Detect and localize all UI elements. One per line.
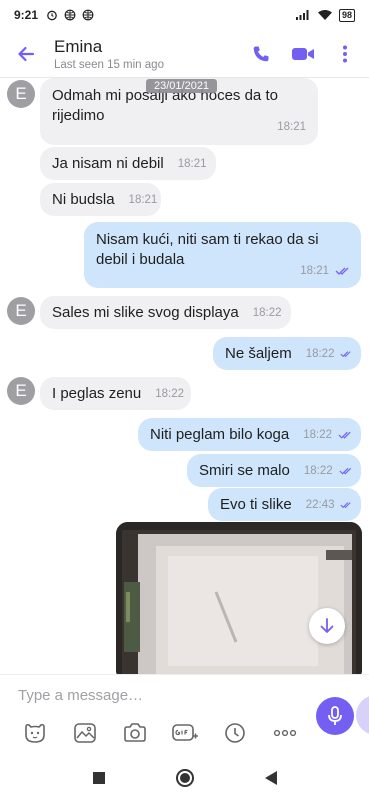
message-bubble[interactable]: Nisam kući, niti sam ti rekao da si debi… — [84, 222, 361, 288]
home-button[interactable] — [171, 764, 199, 792]
back-button[interactable] — [4, 32, 48, 76]
message-bubble[interactable]: Ja nisam ni debil 18:21 — [40, 147, 216, 180]
scroll-to-bottom-button[interactable] — [309, 608, 345, 644]
read-receipt-icon — [340, 350, 352, 357]
globe-icon — [82, 9, 94, 21]
last-seen-status: Last seen 15 min ago — [54, 58, 164, 71]
message-bubble[interactable]: Ne šaljem 18:22 — [213, 337, 361, 370]
message-text: rijedimo — [52, 107, 105, 124]
message-time: 18:21 — [300, 265, 329, 277]
message-time: 18:22 — [305, 347, 335, 360]
read-receipt-icon — [340, 501, 352, 508]
status-bar: 9:21 98 — [0, 0, 369, 30]
message-time: 18:22 — [252, 306, 282, 319]
video-call-button[interactable] — [285, 36, 321, 72]
contact-info[interactable]: Emina Last seen 15 min ago — [54, 37, 243, 71]
message-bubble[interactable]: Niti peglam bilo koga 18:22 — [138, 418, 361, 451]
message-bubble[interactable]: Smiri se malo 18:22 — [187, 454, 361, 487]
more-vertical-icon — [343, 45, 347, 62]
camera-button[interactable] — [110, 719, 160, 747]
contact-name: Emina — [54, 36, 103, 56]
avatar-letter: E — [15, 84, 27, 103]
avatar[interactable]: E — [7, 377, 35, 405]
message-text: Smiri se malo — [199, 461, 290, 479]
avatar[interactable]: E — [7, 80, 35, 108]
read-receipt-icon — [339, 467, 351, 475]
scroll-down-icon — [320, 618, 334, 633]
message-time: 18:22 — [303, 428, 333, 441]
mic-icon — [328, 706, 342, 725]
gif-button[interactable] — [160, 719, 210, 747]
message-bubble[interactable]: Ni budsla 18:21 — [40, 183, 161, 216]
system-nav-bar — [0, 756, 369, 800]
photo-thumbnail — [116, 522, 362, 674]
voice-message-button[interactable] — [316, 697, 354, 735]
alarm-icon — [47, 10, 57, 21]
more-options-button[interactable] — [327, 36, 363, 72]
message-text: I peglas zenu — [52, 384, 142, 402]
avatar-letter: E — [15, 381, 27, 400]
video-icon — [292, 47, 314, 60]
message-text: Ne šaljem — [225, 344, 292, 362]
read-receipt-icon — [338, 431, 351, 439]
recents-button[interactable] — [85, 764, 113, 792]
home-circle-icon — [175, 769, 194, 787]
phone-icon — [253, 46, 269, 61]
message-text: Evo ti slike — [220, 495, 292, 513]
gif-icon — [172, 724, 198, 741]
read-receipt-icon — [335, 267, 349, 275]
mic-button-shadow — [356, 695, 369, 735]
message-text: Ni budsla — [52, 190, 115, 208]
message-time: 18:22 — [303, 464, 333, 477]
message-time: 22:43 — [305, 498, 335, 511]
message-text: Niti peglam bilo koga — [150, 425, 290, 443]
status-time: 9:21 — [14, 8, 39, 22]
message-bubble[interactable]: Sales mi slike svog displaya 18:22 — [40, 296, 291, 329]
system-back-button[interactable] — [257, 764, 285, 792]
message-bubble[interactable]: I peglas zenu 18:22 — [40, 377, 191, 410]
schedule-button[interactable] — [210, 719, 260, 747]
voice-call-button[interactable] — [243, 36, 279, 72]
message-text: Ja nisam ni debil — [52, 154, 164, 172]
avatar-letter: E — [15, 301, 27, 320]
image-message[interactable] — [116, 522, 362, 674]
camera-icon — [124, 723, 146, 742]
message-time: 18:21 — [128, 193, 158, 206]
message-bubble[interactable]: Evo ti slike 22:43 — [208, 488, 361, 521]
avatar[interactable]: E — [7, 297, 35, 325]
chat-header: Emina Last seen 15 min ago — [0, 30, 369, 78]
sticker-button[interactable] — [10, 719, 60, 747]
globe-icon — [64, 9, 76, 21]
battery-indicator: 98 — [338, 8, 355, 22]
gallery-icon — [74, 723, 96, 743]
message-time: 18:22 — [155, 387, 185, 400]
date-separator: 23/01/2021 — [146, 79, 218, 93]
more-tools-button[interactable] — [260, 719, 310, 747]
message-text: debil i budala — [96, 251, 185, 268]
sticker-icon — [25, 723, 45, 743]
square-icon — [92, 772, 105, 784]
message-text: Sales mi slike svog displaya — [52, 303, 239, 321]
signal-icon — [295, 10, 309, 20]
message-time: 18:21 — [177, 157, 207, 170]
message-input[interactable]: Type a message… — [18, 687, 143, 704]
clock-icon — [225, 723, 245, 743]
message-list[interactable]: E Odmah mi posalji ako hoces da to rijed… — [0, 78, 369, 674]
message-text: Nisam kući, niti sam ti rekao da si — [96, 231, 319, 248]
wifi-icon — [317, 10, 332, 20]
triangle-back-icon — [264, 771, 277, 785]
back-arrow-icon — [18, 46, 35, 61]
composer: Type a message… — [0, 674, 369, 756]
message-time: 18:21 — [277, 121, 306, 133]
more-horizontal-icon — [273, 729, 297, 737]
gallery-button[interactable] — [60, 719, 110, 747]
